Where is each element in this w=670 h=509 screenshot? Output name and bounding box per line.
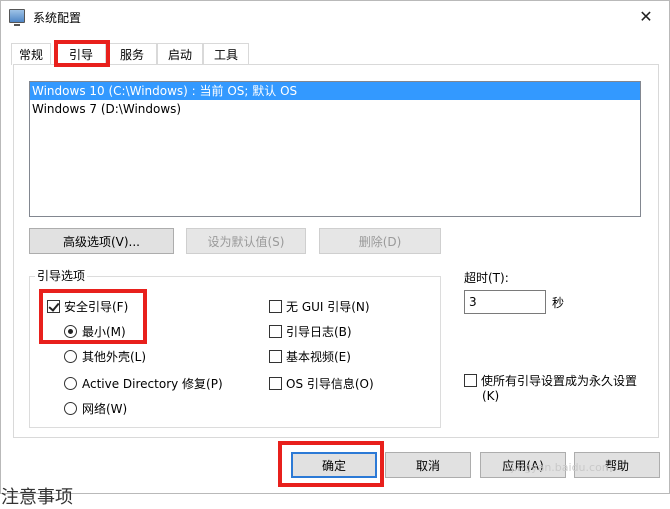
os-listbox[interactable]: Windows 10 (C:\Windows) : 当前 OS; 默认 OS W… <box>29 81 641 217</box>
boot-options-title: 引导选项 <box>35 267 88 284</box>
tab-startup[interactable]: 启动 <box>157 43 203 65</box>
timeout-input[interactable] <box>464 290 546 314</box>
watermark: jingyan.baidu.com <box>511 461 613 474</box>
ad-repair-label: Active Directory 修复(P) <box>82 377 223 391</box>
radio-icon <box>64 377 77 390</box>
os-list-item[interactable]: Windows 10 (C:\Windows) : 当前 OS; 默认 OS <box>30 82 640 100</box>
title-bar: 系统配置 ✕ <box>1 1 669 33</box>
base-video-checkbox[interactable]: 基本视频(E) <box>269 348 351 365</box>
minimal-label: 最小(M) <box>82 325 126 339</box>
system-config-window: 系统配置 ✕ 常规 引导 服务 启动 工具 Windows 10 (C:\Win… <box>0 0 670 508</box>
tab-general[interactable]: 常规 <box>11 43 51 65</box>
tab-tools[interactable]: 工具 <box>203 43 249 65</box>
os-list-item[interactable]: Windows 7 (D:\Windows) <box>30 100 640 118</box>
no-gui-boot-checkbox[interactable]: 无 GUI 引导(N) <box>269 298 370 315</box>
tab-services[interactable]: 服务 <box>107 43 157 65</box>
safe-boot-checkbox[interactable]: 安全引导(F) <box>47 298 128 315</box>
radio-icon <box>64 350 77 363</box>
window-title: 系统配置 <box>33 11 82 25</box>
timeout-unit-label: 秒 <box>552 296 565 310</box>
cancel-button[interactable]: 取消 <box>385 452 471 478</box>
ad-repair-radio[interactable]: Active Directory 修复(P) <box>64 375 223 392</box>
checkbox-checked-icon <box>47 300 60 313</box>
checkbox-icon <box>269 350 282 363</box>
delete-button[interactable]: 删除(D) <box>319 228 441 254</box>
checkbox-icon <box>269 325 282 338</box>
cropped-caption: 注意事项 <box>1 487 73 508</box>
checkbox-icon <box>269 300 282 313</box>
make-permanent-checkbox[interactable]: 使所有引导设置成为永久设置 <box>464 372 637 389</box>
ok-button[interactable]: 确定 <box>291 452 377 478</box>
tab-boot[interactable]: 引导 <box>56 41 106 66</box>
no-gui-boot-label: 无 GUI 引导(N) <box>286 300 370 314</box>
os-boot-info-checkbox[interactable]: OS 引导信息(O) <box>269 375 374 392</box>
radio-icon <box>64 402 77 415</box>
make-permanent-label: 使所有引导设置成为永久设置 <box>481 374 638 388</box>
advanced-options-button[interactable]: 高级选项(V)... <box>29 228 174 254</box>
network-label: 网络(W) <box>82 402 128 416</box>
checkbox-icon <box>464 374 477 387</box>
minimal-radio[interactable]: 最小(M) <box>64 323 126 340</box>
os-boot-info-label: OS 引导信息(O) <box>286 377 374 391</box>
boot-log-checkbox[interactable]: 引导日志(B) <box>269 323 352 340</box>
set-default-button[interactable]: 设为默认值(S) <box>186 228 306 254</box>
base-video-label: 基本视频(E) <box>286 350 351 364</box>
checkbox-icon <box>269 377 282 390</box>
alternate-shell-label: 其他外壳(L) <box>82 350 147 364</box>
network-radio[interactable]: 网络(W) <box>64 400 127 417</box>
monitor-icon <box>9 9 25 26</box>
radio-selected-icon <box>64 325 77 338</box>
boot-log-label: 引导日志(B) <box>286 325 352 339</box>
safe-boot-label: 安全引导(F) <box>64 300 129 314</box>
close-button[interactable]: ✕ <box>623 1 669 31</box>
make-permanent-shortcut: (K) <box>482 389 500 403</box>
alternate-shell-radio[interactable]: 其他外壳(L) <box>64 348 146 365</box>
timeout-label: 超时(T): <box>464 271 509 285</box>
